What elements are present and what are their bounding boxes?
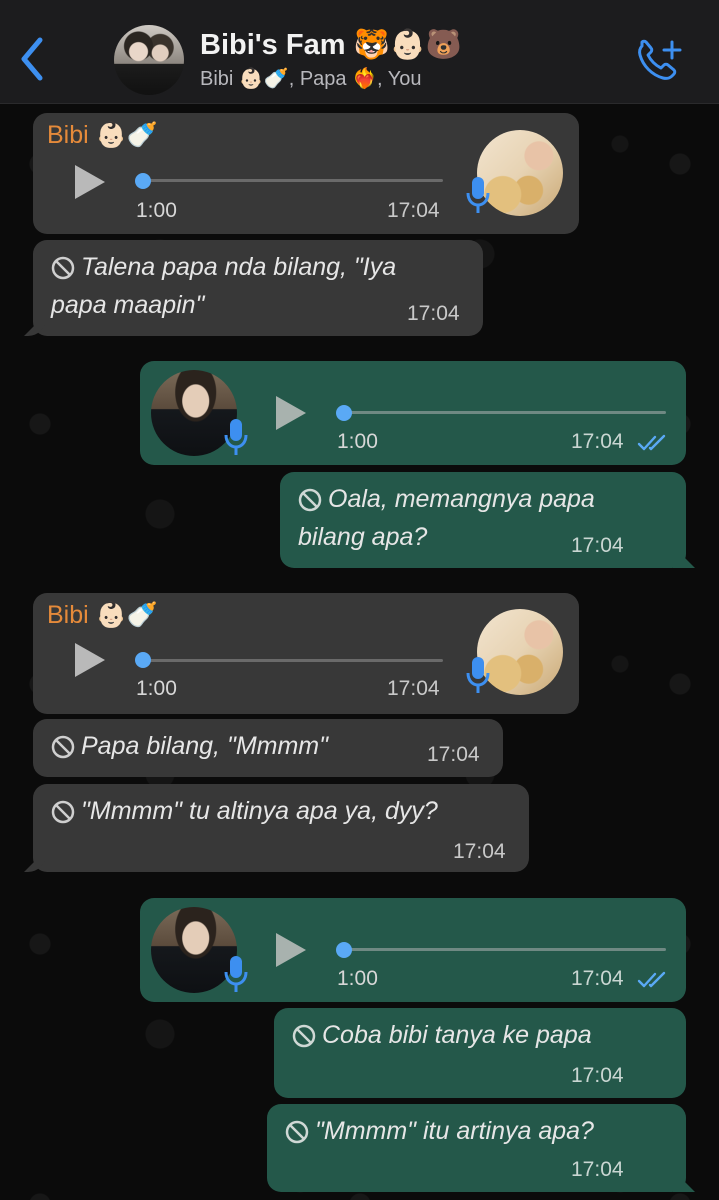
audio-progress-knob[interactable] (336, 405, 352, 421)
message-text-line: Coba bibi tanya ke papa (322, 1021, 592, 1049)
incoming-deleted-message[interactable]: Papa bilang, "Mmmm" 17:04 (33, 719, 503, 777)
group-title[interactable]: Bibi's Fam 🐯👶🏻🐻 (200, 28, 462, 62)
message-time: 17:04 (571, 534, 624, 557)
message-text-line: "Mmmm" itu artinya apa? (315, 1117, 594, 1145)
deleted-ban-icon (51, 801, 75, 824)
chat-header: Bibi's Fam 🐯👶🏻🐻 Bibi 👶🏻🍼, Papa ❤️‍🔥, You (0, 0, 719, 104)
message-text-line: bilang apa? (298, 523, 428, 551)
message-time: 17:04 (571, 967, 624, 990)
message-text-line: Talena papa nda bilang, "Iya (81, 253, 397, 281)
outgoing-voice-message[interactable]: 1:00 17:04 (140, 898, 686, 1002)
message-time: 17:04 (407, 302, 460, 325)
message-time: 17:04 (571, 1158, 624, 1181)
microphone-icon (466, 177, 490, 213)
deleted-ban-icon (285, 1121, 309, 1144)
message-text-line: "Mmmm" tu altinya apa ya, dyy? (81, 797, 438, 825)
double-check-icon (637, 434, 666, 451)
message-time: 17:04 (453, 840, 506, 863)
audio-progress-knob[interactable] (135, 173, 151, 189)
message-text-line: papa maapin" (51, 291, 205, 319)
microphone-icon (224, 419, 248, 455)
double-check-icon (637, 971, 666, 988)
microphone-icon (466, 657, 490, 693)
group-members-list[interactable]: Bibi 👶🏻🍼, Papa ❤️‍🔥, You (200, 66, 422, 91)
play-icon[interactable] (75, 643, 105, 677)
add-call-icon[interactable] (634, 38, 684, 84)
outgoing-deleted-message[interactable]: Coba bibi tanya ke papa 17:04 (274, 1008, 686, 1098)
message-time: 17:04 (387, 199, 440, 222)
audio-progress-track[interactable] (344, 948, 666, 951)
message-time: 17:04 (571, 430, 624, 453)
message-time: 17:04 (427, 743, 480, 766)
deleted-ban-icon (292, 1025, 316, 1048)
message-time: 17:04 (571, 1064, 624, 1087)
group-avatar[interactable] (114, 25, 184, 95)
audio-progress-track[interactable] (344, 411, 666, 414)
outgoing-deleted-message[interactable]: Oala, memangnya papa bilang apa? 17:04 (280, 472, 686, 568)
deleted-ban-icon (51, 257, 75, 280)
play-icon[interactable] (276, 933, 306, 967)
message-text-line: Papa bilang, "Mmmm" (81, 732, 328, 760)
incoming-voice-message[interactable]: Bibi 👶🏻🍼 1:00 17:04 (33, 113, 579, 234)
play-icon[interactable] (75, 165, 105, 199)
incoming-deleted-message[interactable]: "Mmmm" tu altinya apa ya, dyy? 17:04 (33, 784, 529, 872)
sender-name: Bibi 👶🏻🍼 (47, 121, 158, 149)
audio-duration: 1:00 (136, 677, 177, 700)
audio-progress-track[interactable] (137, 179, 443, 182)
sender-name: Bibi 👶🏻🍼 (47, 601, 158, 629)
outgoing-voice-message[interactable]: 1:00 17:04 (140, 361, 686, 465)
outgoing-deleted-message[interactable]: "Mmmm" itu artinya apa? 17:04 (267, 1104, 686, 1192)
audio-progress-knob[interactable] (336, 942, 352, 958)
deleted-ban-icon (51, 736, 75, 759)
back-chevron-icon[interactable] (14, 34, 54, 84)
audio-duration: 1:00 (337, 430, 378, 453)
microphone-icon (224, 956, 248, 992)
audio-progress-track[interactable] (137, 659, 443, 662)
play-icon[interactable] (276, 396, 306, 430)
incoming-deleted-message[interactable]: Talena papa nda bilang, "Iya papa maapin… (33, 240, 483, 336)
incoming-voice-message[interactable]: Bibi 👶🏻🍼 1:00 17:04 (33, 593, 579, 714)
audio-duration: 1:00 (337, 967, 378, 990)
audio-duration: 1:00 (136, 199, 177, 222)
audio-progress-knob[interactable] (135, 652, 151, 668)
message-time: 17:04 (387, 677, 440, 700)
deleted-ban-icon (298, 489, 322, 512)
message-text-line: Oala, memangnya papa (328, 485, 595, 513)
